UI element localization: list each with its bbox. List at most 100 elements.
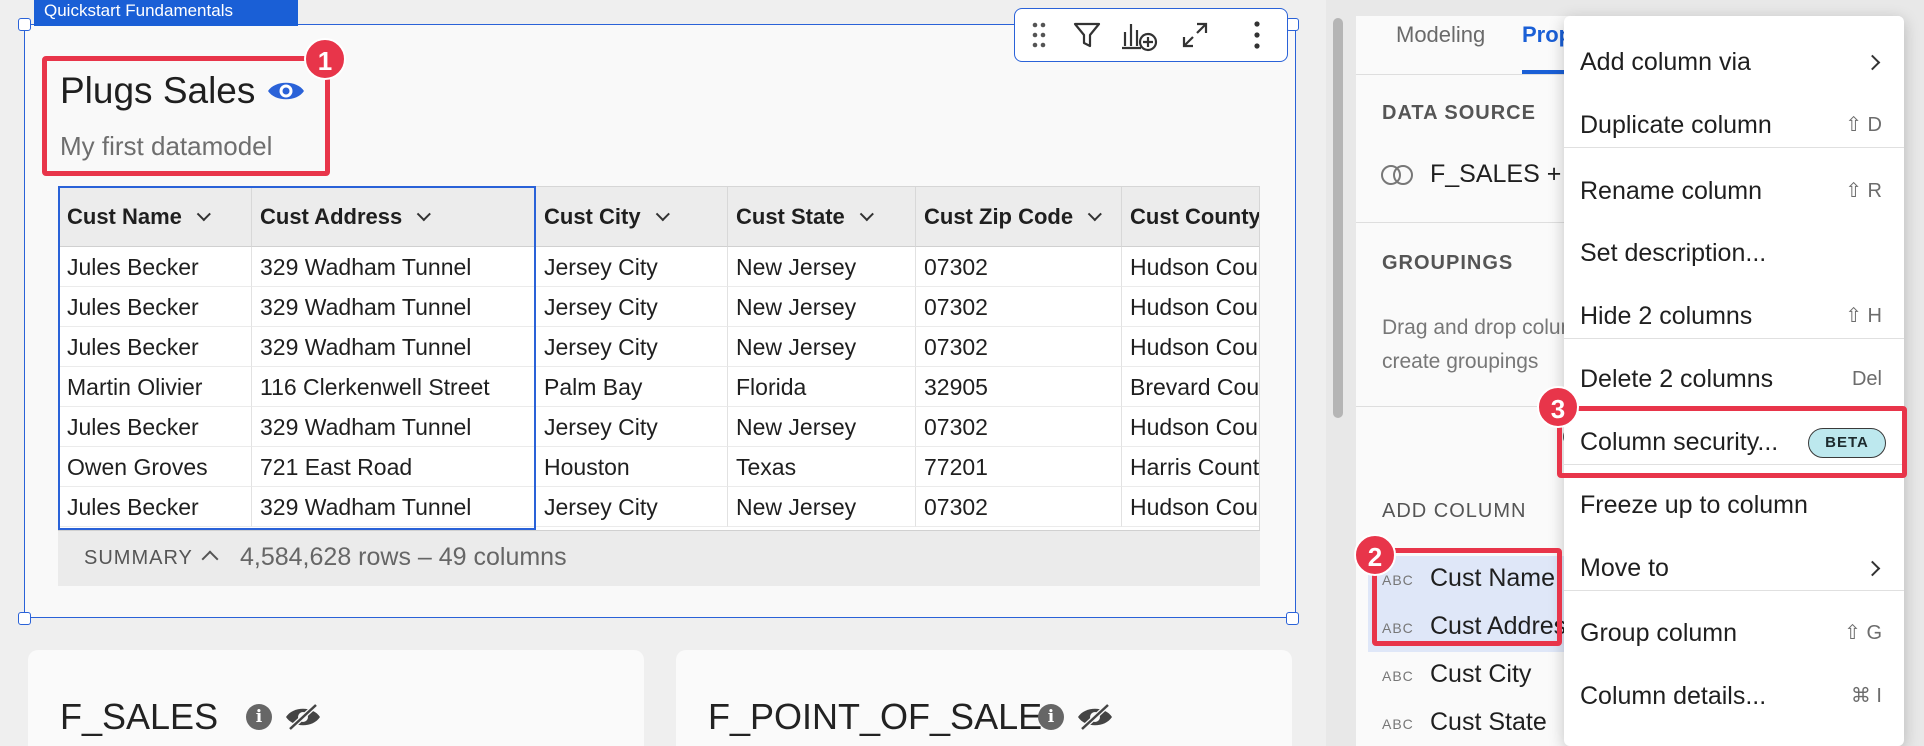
step-badge-3: 3: [1537, 386, 1579, 428]
table-cell[interactable]: Hudson County: [1122, 247, 1259, 287]
column-list-item[interactable]: ABC Cust State: [1368, 700, 1568, 746]
table-cell[interactable]: 329 Wadham Tunnel: [252, 327, 536, 367]
table-cell[interactable]: Hudson County: [1122, 487, 1259, 527]
eye-off-icon[interactable]: [1076, 702, 1114, 737]
table-cell[interactable]: Jersey City: [536, 287, 728, 327]
element-title[interactable]: Plugs Sales: [60, 70, 255, 112]
element-title: F_POINT_OF_SALE: [708, 696, 1043, 737]
add-chart-icon[interactable]: [1119, 15, 1159, 55]
element-toolbar: [1014, 8, 1288, 62]
data-source-heading: DATA SOURCE: [1382, 102, 1536, 124]
table-cell[interactable]: Jersey City: [536, 247, 728, 287]
table-cell[interactable]: Jules Becker: [59, 327, 252, 367]
table-cell[interactable]: 32905: [916, 367, 1122, 407]
scrollbar-thumb[interactable]: [1333, 18, 1343, 418]
chevron-right-icon: [1864, 54, 1881, 71]
eye-off-icon[interactable]: [284, 702, 322, 737]
table-cell[interactable]: 116 Clerkenwell Street: [252, 367, 536, 407]
table-cell[interactable]: Jersey City: [536, 327, 728, 367]
table-cell[interactable]: 329 Wadham Tunnel: [252, 407, 536, 447]
element-card-f-point-of-sale[interactable]: F_POINT_OF_SALE i: [676, 650, 1292, 746]
table-cell[interactable]: Harris County: [1122, 447, 1259, 487]
drag-handle-icon[interactable]: [1019, 15, 1059, 55]
table-cell[interactable]: 07302: [916, 407, 1122, 447]
filter-icon[interactable]: [1067, 15, 1107, 55]
table-cell[interactable]: 07302: [916, 327, 1122, 367]
resize-handle-top-left[interactable]: [18, 18, 31, 31]
table-cell[interactable]: 07302: [916, 487, 1122, 527]
table-cell[interactable]: 329 Wadham Tunnel: [252, 487, 536, 527]
element-card-f-sales[interactable]: F_SALES i: [28, 650, 644, 746]
text-type-icon: ABC: [1382, 716, 1414, 732]
menu-item-move-to[interactable]: Move to: [1564, 540, 1904, 596]
keyboard-shortcut: ⇧ R: [1845, 180, 1882, 202]
table-cell[interactable]: Brevard County: [1122, 367, 1259, 407]
menu-item-delete-2-columns[interactable]: Delete 2 columns Del: [1564, 351, 1904, 407]
table-cell[interactable]: 77201: [916, 447, 1122, 487]
text-type-icon: ABC: [1382, 668, 1414, 684]
table-cell[interactable]: 329 Wadham Tunnel: [252, 247, 536, 287]
menu-item-group-column[interactable]: Group column ⇧ G: [1564, 605, 1904, 661]
resize-handle-bottom-left[interactable]: [18, 612, 31, 625]
data-source-value[interactable]: F_SALES + 4: [1430, 160, 1582, 189]
menu-item-column-security[interactable]: Column security... BETA: [1564, 414, 1904, 470]
expand-icon[interactable]: [1175, 15, 1215, 55]
table-summary-bar[interactable]: SUMMARY 4,584,628 rows – 49 columns: [58, 530, 1260, 586]
table-cell[interactable]: Jules Becker: [59, 247, 252, 287]
column-list-item[interactable]: ABC Cust City: [1368, 652, 1568, 700]
table-cell[interactable]: Jersey City: [536, 407, 728, 447]
element-description[interactable]: My first datamodel: [60, 131, 272, 162]
column-list-item-selected[interactable]: ABC Cust Name: [1368, 556, 1568, 604]
table-cell[interactable]: 329 Wadham Tunnel: [252, 287, 536, 327]
groupings-hint: create groupings: [1382, 350, 1539, 373]
table-cell[interactable]: Palm Bay: [536, 367, 728, 407]
table-cell[interactable]: 07302: [916, 287, 1122, 327]
table-cell[interactable]: Jules Becker: [59, 487, 252, 527]
menu-item-rename-column[interactable]: Rename column ⇧ R: [1564, 163, 1904, 219]
column-header-cust-city[interactable]: Cust City: [536, 187, 728, 247]
info-icon[interactable]: i: [246, 704, 272, 730]
table-cell[interactable]: New Jersey: [728, 407, 916, 447]
table-cell[interactable]: New Jersey: [728, 247, 916, 287]
chevron-up-icon[interactable]: [201, 550, 219, 568]
menu-item-set-description[interactable]: Set description...: [1564, 225, 1904, 281]
table-cell[interactable]: Martin Olivier: [59, 367, 252, 407]
keyboard-shortcut: ⇧ H: [1845, 305, 1882, 327]
table-cell[interactable]: Hudson County: [1122, 287, 1259, 327]
table-cell[interactable]: Jules Becker: [59, 407, 252, 447]
column-header-cust-county[interactable]: Cust County: [1122, 187, 1259, 247]
info-icon[interactable]: i: [1038, 704, 1064, 730]
table-cell[interactable]: Texas: [728, 447, 916, 487]
table-cell[interactable]: Jersey City: [536, 487, 728, 527]
table-cell[interactable]: Hudson County: [1122, 407, 1259, 447]
column-header-cust-zip-code[interactable]: Cust Zip Code: [916, 187, 1122, 247]
table-cell[interactable]: Florida: [728, 367, 916, 407]
menu-item-column-details[interactable]: Column details... ⌘ I: [1564, 668, 1904, 724]
table-cell[interactable]: 721 East Road: [252, 447, 536, 487]
column-header-cust-address[interactable]: Cust Address: [252, 187, 536, 247]
table-cell[interactable]: New Jersey: [728, 327, 916, 367]
menu-item-hide-2-columns[interactable]: Hide 2 columns ⇧ H: [1564, 288, 1904, 344]
menu-item-label: Rename column: [1580, 177, 1763, 205]
menu-item-freeze-up-to-column[interactable]: Freeze up to column: [1564, 477, 1904, 533]
column-name: Cust City: [1430, 660, 1532, 688]
column-list-item-selected[interactable]: ABC Cust Address: [1368, 604, 1579, 652]
column-header-cust-state[interactable]: Cust State: [728, 187, 916, 247]
table-cell[interactable]: New Jersey: [728, 487, 916, 527]
tab-modeling[interactable]: Modeling: [1396, 22, 1485, 48]
add-column-label[interactable]: ADD COLUMN: [1382, 500, 1526, 523]
menu-item-duplicate-column[interactable]: Duplicate column ⇧ D: [1564, 97, 1904, 153]
column-header-cust-name[interactable]: Cust Name: [59, 187, 252, 247]
element-name-tag[interactable]: Quickstart Fundamentals: [34, 0, 298, 26]
table-cell[interactable]: Hudson County: [1122, 327, 1259, 367]
table-cell[interactable]: Owen Groves: [59, 447, 252, 487]
table-cell[interactable]: Houston: [536, 447, 728, 487]
resize-handle-bottom-right[interactable]: [1286, 612, 1299, 625]
menu-item-add-column-via[interactable]: Add column via: [1564, 34, 1904, 90]
table-cell[interactable]: New Jersey: [728, 287, 916, 327]
column-context-menu: Add column via Duplicate column ⇧ D Rename …: [1564, 16, 1904, 746]
eye-icon[interactable]: [266, 76, 306, 111]
more-icon[interactable]: [1237, 15, 1277, 55]
table-cell[interactable]: 07302: [916, 247, 1122, 287]
table-cell[interactable]: Jules Becker: [59, 287, 252, 327]
